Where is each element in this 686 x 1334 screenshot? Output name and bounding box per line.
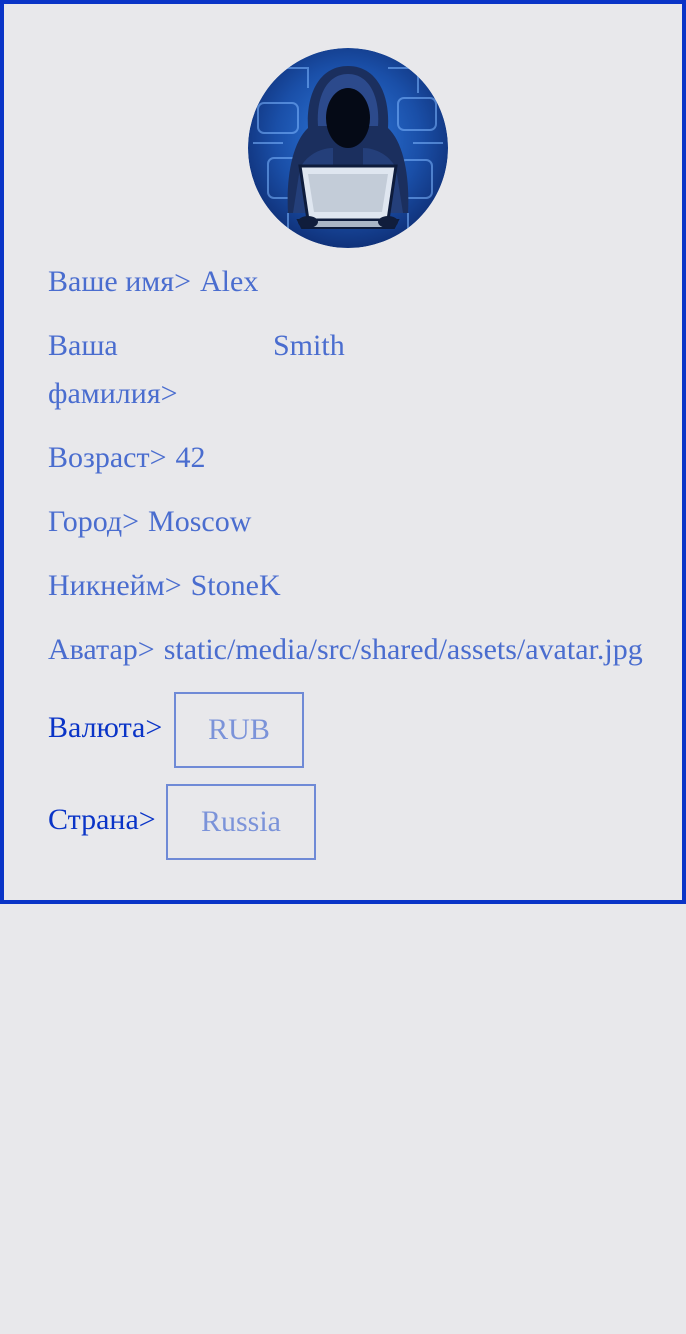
avatar <box>248 48 448 248</box>
avatar-path-value: static/media/src/shared/assets/avatar.jp… <box>163 633 643 666</box>
avatar-path-row: Аватар> static/media/src/shared/assets/av… <box>48 626 646 674</box>
age-value: 42 <box>175 441 206 474</box>
age-row: Возраст> 42 <box>48 434 206 482</box>
country-label: Страна> <box>48 803 156 836</box>
city-label: Город> <box>48 505 140 538</box>
first-name-label: Ваше имя> <box>48 265 191 298</box>
age-label: Возраст> <box>48 441 167 474</box>
last-name-row: Ваша фамилия> Smith <box>48 322 345 418</box>
city-row: Город> Moscow <box>48 498 251 546</box>
nickname-row: Никнейм> StoneK <box>48 562 281 610</box>
nickname-value: StoneK <box>190 569 281 602</box>
last-name-value: Smith <box>273 329 345 362</box>
country-select[interactable]: Russia <box>166 784 316 860</box>
last-name-label: Ваша фамилия> <box>48 329 178 410</box>
first-name-row: Ваше имя> Alex <box>48 258 258 306</box>
currency-label: Валюта> <box>48 711 163 744</box>
avatar-label: Аватар> <box>48 633 155 666</box>
city-value: Moscow <box>148 505 252 538</box>
hacker-avatar-icon <box>248 48 448 248</box>
profile-card: Ваше имя> Alex Ваша фамилия> Smith Возраст… <box>0 0 686 904</box>
nickname-label: Никнейм> <box>48 569 182 602</box>
currency-select[interactable]: RUB <box>174 692 304 768</box>
first-name-value: Alex <box>200 265 259 298</box>
